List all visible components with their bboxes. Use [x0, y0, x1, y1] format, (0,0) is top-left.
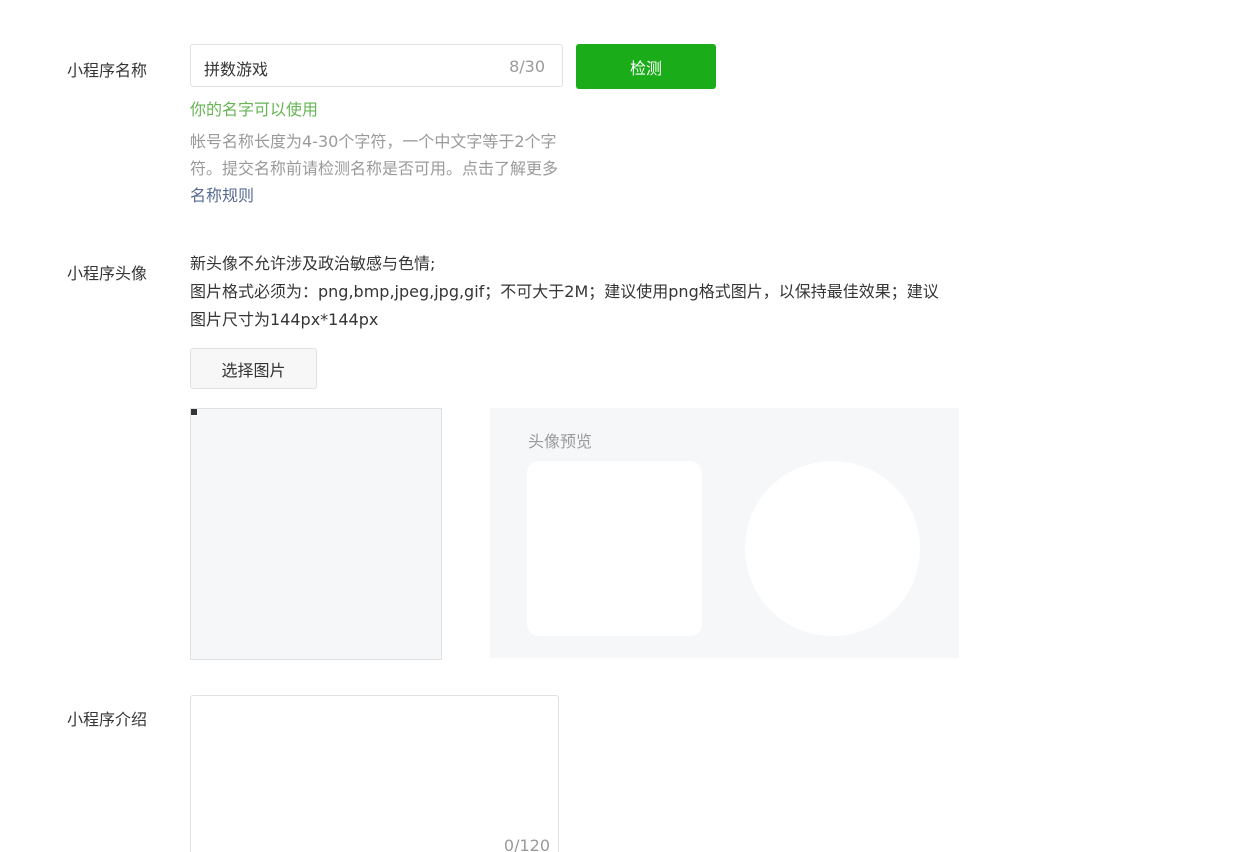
name-tip-text: 帐号名称长度为4-30个字符，一个中文字等于2个字符。提交名称前请检测名称是否可…: [190, 132, 559, 178]
name-char-counter: 8/30: [509, 57, 545, 76]
avatar-preview-circle: [745, 461, 920, 636]
mini-program-settings-form: 小程序名称 拼数游戏 8/30 检测 你的名字可以使用 帐号名称长度为4-30个…: [0, 0, 1250, 852]
name-rules-link[interactable]: 名称规则: [190, 186, 254, 205]
avatar-requirements: 新头像不允许涉及政治敏感与色情; 图片格式必须为：png,bmp,jpeg,jp…: [190, 250, 950, 334]
intro-textarea[interactable]: 0/120: [190, 695, 559, 852]
intro-char-counter: 0/120: [503, 836, 550, 852]
avatar-preview-panel: 头像预览: [490, 408, 959, 658]
avatar-preview-square: [527, 461, 702, 636]
avatar-requirement-line-2: 图片格式必须为：png,bmp,jpeg,jpg,gif；不可大于2M；建议使用…: [190, 282, 939, 329]
intro-label: 小程序介绍: [67, 710, 148, 729]
crop-handle[interactable]: [191, 409, 198, 416]
name-status-ok: 你的名字可以使用: [190, 100, 319, 119]
name-label: 小程序名称: [67, 61, 148, 80]
check-name-button[interactable]: 检测: [576, 44, 716, 89]
choose-image-button[interactable]: 选择图片: [190, 348, 317, 389]
name-input-value[interactable]: 拼数游戏: [204, 56, 268, 80]
name-tip: 帐号名称长度为4-30个字符，一个中文字等于2个字符。提交名称前请检测名称是否可…: [190, 128, 570, 209]
avatar-requirement-line-1: 新头像不允许涉及政治敏感与色情;: [190, 254, 436, 273]
name-input[interactable]: 拼数游戏 8/30: [190, 44, 563, 87]
avatar-preview-title: 头像预览: [528, 432, 593, 451]
avatar-label: 小程序头像: [67, 264, 148, 283]
image-crop-area[interactable]: [190, 408, 442, 660]
